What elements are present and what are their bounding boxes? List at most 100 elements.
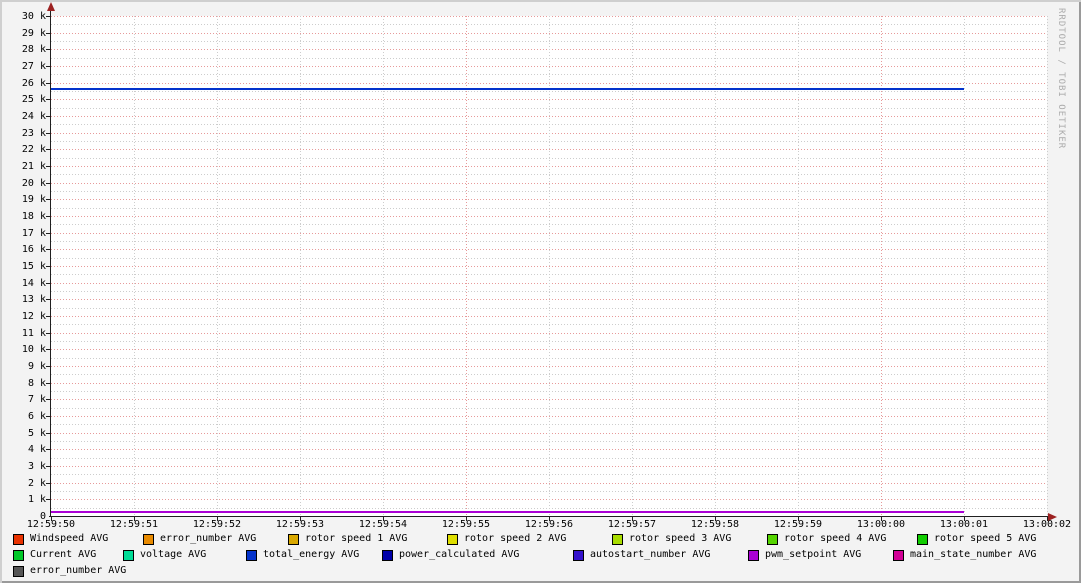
y-axis-arrow-icon [47, 2, 55, 11]
x-axis-tick [798, 517, 799, 521]
legend-color-swatch [13, 534, 24, 545]
y-axis-tick [46, 416, 50, 417]
y-axis-tick [46, 199, 50, 201]
y-axis-tick-label: 3 k [27, 461, 46, 472]
legend-color-swatch [382, 550, 393, 561]
y-axis-tick [46, 249, 50, 251]
legend-label: total_energy AVG [263, 549, 360, 560]
y-axis-tick-label: 7 k [27, 394, 46, 406]
legend-color-swatch [13, 550, 24, 561]
x-gridline-minor [217, 16, 218, 516]
y-axis-tick [46, 399, 50, 401]
y-axis-tick [46, 282, 50, 284]
x-axis-tick [300, 517, 301, 521]
y-axis-tick-label: 13 k [21, 294, 46, 306]
y-axis-tick-label: 12 k [21, 311, 46, 322]
legend-color-swatch [143, 534, 154, 545]
y-axis-tick [46, 449, 50, 451]
legend-label: rotor speed 5 AVG [934, 533, 1037, 544]
y-axis-tick-label: 15 k [21, 261, 46, 272]
y-axis-tick-label: 8 k [27, 377, 46, 389]
y-axis-tick-label: 25 k [21, 94, 46, 106]
legend-label: Windspeed AVG [30, 533, 109, 544]
y-axis-tick [46, 232, 50, 234]
rrdtool-graph: 30 k 29 k 28 k 27 k 26 k 25 k 24 k 23 k 22 k 21 k… [0, 0, 1081, 583]
x-gridline-minor [632, 16, 633, 516]
y-axis-tick [46, 166, 50, 167]
legend-color-swatch [893, 550, 904, 561]
y-axis-tick [46, 82, 50, 84]
y-axis-tick-label: 10 k [21, 344, 46, 356]
legend-color-swatch [612, 534, 623, 545]
y-axis-tick-label: 23 k [21, 127, 46, 139]
x-gridline-minor [549, 16, 550, 516]
x-gridline-minor [383, 16, 384, 516]
y-axis-tick [46, 499, 50, 501]
y-axis-tick-label: 6 k [27, 411, 46, 422]
y-axis-tick-label: 24 k [21, 111, 46, 122]
y-axis-tick [46, 66, 50, 67]
x-axis-tick [549, 517, 550, 521]
x-gridline-minor [300, 16, 301, 516]
x-gridline-minor [134, 16, 135, 516]
y-axis-tick-label: 16 k [21, 244, 46, 256]
legend-color-swatch [246, 550, 257, 561]
legend-label: rotor speed 3 AVG [629, 533, 732, 544]
y-axis-tick-label: 21 k [21, 161, 46, 172]
y-axis-tick [46, 266, 50, 267]
y-axis-tick-label: 29 k [21, 27, 46, 39]
legend-color-swatch [767, 534, 778, 545]
y-axis-tick [46, 182, 50, 184]
legend-label: pwm_setpoint AVG [765, 549, 862, 560]
y-axis-tick-label: 27 k [21, 61, 46, 72]
x-axis-tick [881, 517, 882, 521]
y-axis-tick-label: 1 k [27, 494, 46, 506]
legend-color-swatch [447, 534, 458, 545]
legend-label: Current AVG [30, 549, 97, 560]
x-gridline-major [466, 16, 467, 516]
y-axis-tick-label: 30 k [21, 11, 46, 22]
x-gridline-minor [1047, 16, 1048, 516]
legend-label: error_number AVG [160, 533, 257, 544]
legend-color-swatch [288, 534, 299, 545]
legend-color-swatch [917, 534, 928, 545]
y-axis-tick [46, 332, 50, 334]
legend-label: voltage AVG [140, 549, 207, 560]
x-gridline-minor [964, 16, 965, 516]
y-axis-tick-label: 18 k [21, 211, 46, 222]
x-axis-tick [134, 517, 135, 521]
x-axis-tick [383, 517, 384, 521]
y-axis-line [50, 9, 51, 517]
x-axis-tick [217, 517, 218, 521]
y-axis-tick-label: 22 k [21, 144, 46, 156]
y-axis-tick [46, 49, 50, 51]
x-axis-tick [964, 517, 965, 521]
x-gridline-minor [715, 16, 716, 516]
y-axis-tick-label: 26 k [21, 77, 46, 89]
y-axis-tick [46, 149, 50, 151]
y-axis-tick-label: 19 k [21, 194, 46, 206]
y-axis-tick-label: 9 k [27, 361, 46, 372]
series-line-total_energy-avg [51, 88, 964, 91]
legend-color-swatch [573, 550, 584, 561]
y-axis-tick [46, 216, 50, 217]
y-axis-tick-label: 28 k [21, 44, 46, 56]
y-axis-tick-label: 14 k [21, 277, 46, 289]
y-axis-tick [46, 366, 50, 367]
y-axis-tick-label: 20 k [21, 177, 46, 189]
x-axis-tick [1047, 517, 1048, 521]
legend-label: rotor speed 1 AVG [305, 533, 408, 544]
legend-color-swatch [748, 550, 759, 561]
x-gridline-minor [798, 16, 799, 516]
rrdtool-watermark: RRDTOOL / TOBI OETIKER [1056, 8, 1066, 150]
legend-color-swatch [13, 566, 24, 577]
y-axis-tick-label: 2 k [27, 477, 46, 489]
y-axis-tick [46, 32, 50, 34]
legend-label: error_number AVG [30, 565, 127, 576]
legend-label: power_calculated AVG [399, 549, 520, 560]
y-axis-tick [46, 316, 50, 317]
series-line-pwm_setpoint-avg [51, 510, 964, 513]
legend-label: rotor speed 2 AVG [464, 533, 567, 544]
x-axis-tick [632, 517, 633, 521]
x-gridline-major [881, 16, 882, 516]
